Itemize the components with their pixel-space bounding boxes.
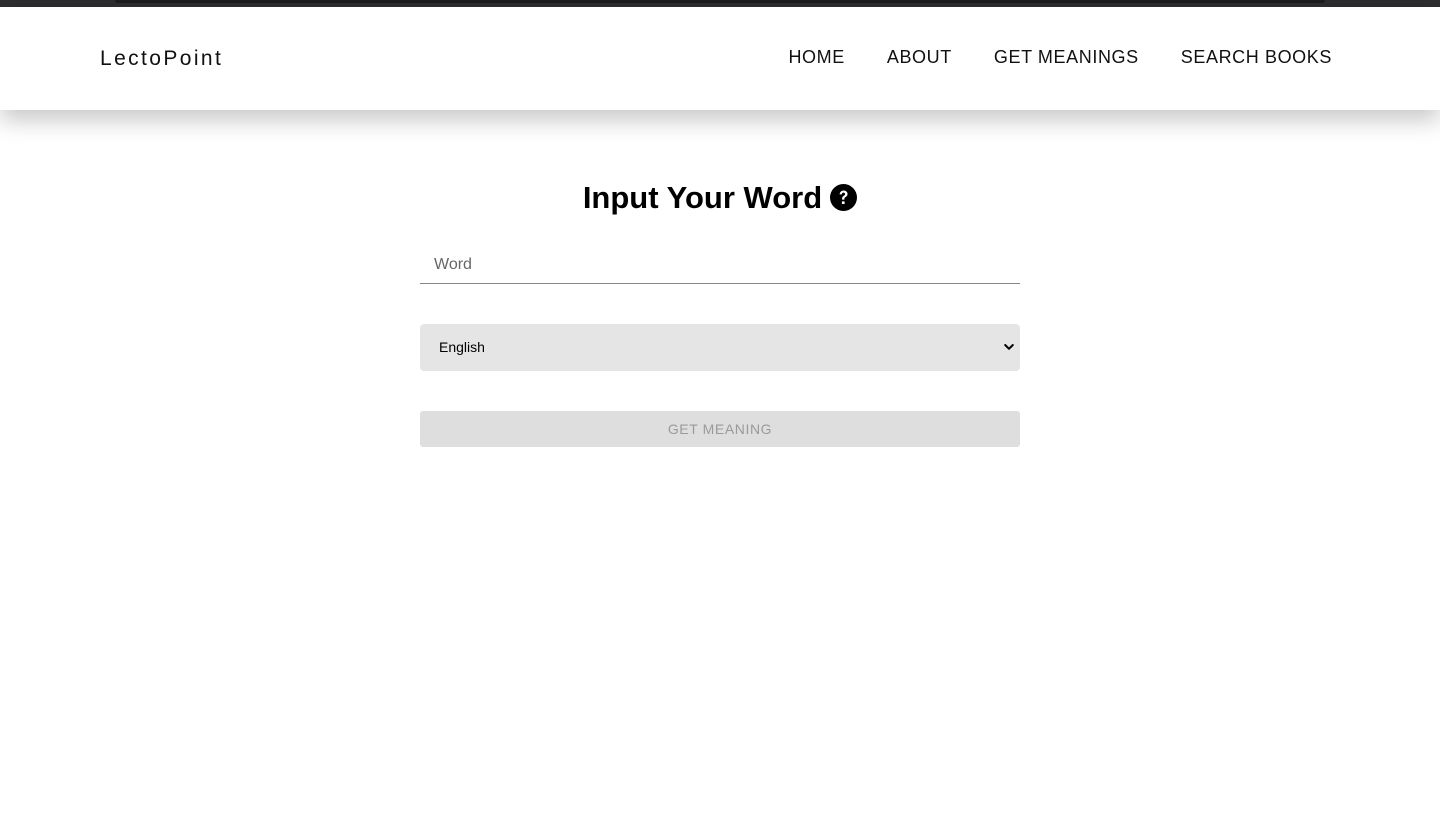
- navbar: LectoPoint HOME ABOUT GET MEANINGS SEARC…: [0, 7, 1440, 110]
- browser-top-bar: [0, 0, 1440, 7]
- language-select[interactable]: English: [420, 324, 1020, 371]
- nav-link-about[interactable]: ABOUT: [887, 47, 952, 68]
- language-select-value: English: [439, 339, 485, 355]
- word-input[interactable]: [420, 246, 1020, 284]
- browser-top-bar-inner: [115, 0, 1325, 3]
- nav-link-get-meanings[interactable]: GET MEANINGS: [994, 47, 1139, 68]
- chevron-down-icon: [1004, 344, 1014, 350]
- question-circle-icon[interactable]: [830, 184, 858, 211]
- nav-link-search-books[interactable]: SEARCH BOOKS: [1181, 47, 1332, 68]
- brand-logo[interactable]: LectoPoint: [100, 47, 223, 71]
- get-meaning-button[interactable]: GET MEANING: [420, 411, 1020, 447]
- page-title-text: Input Your Word: [582, 180, 823, 215]
- nav-link-home[interactable]: HOME: [788, 47, 844, 68]
- nav-links: HOME ABOUT GET MEANINGS SEARCH BOOKS: [746, 47, 1332, 68]
- page-title: Input Your Word: [420, 180, 1020, 216]
